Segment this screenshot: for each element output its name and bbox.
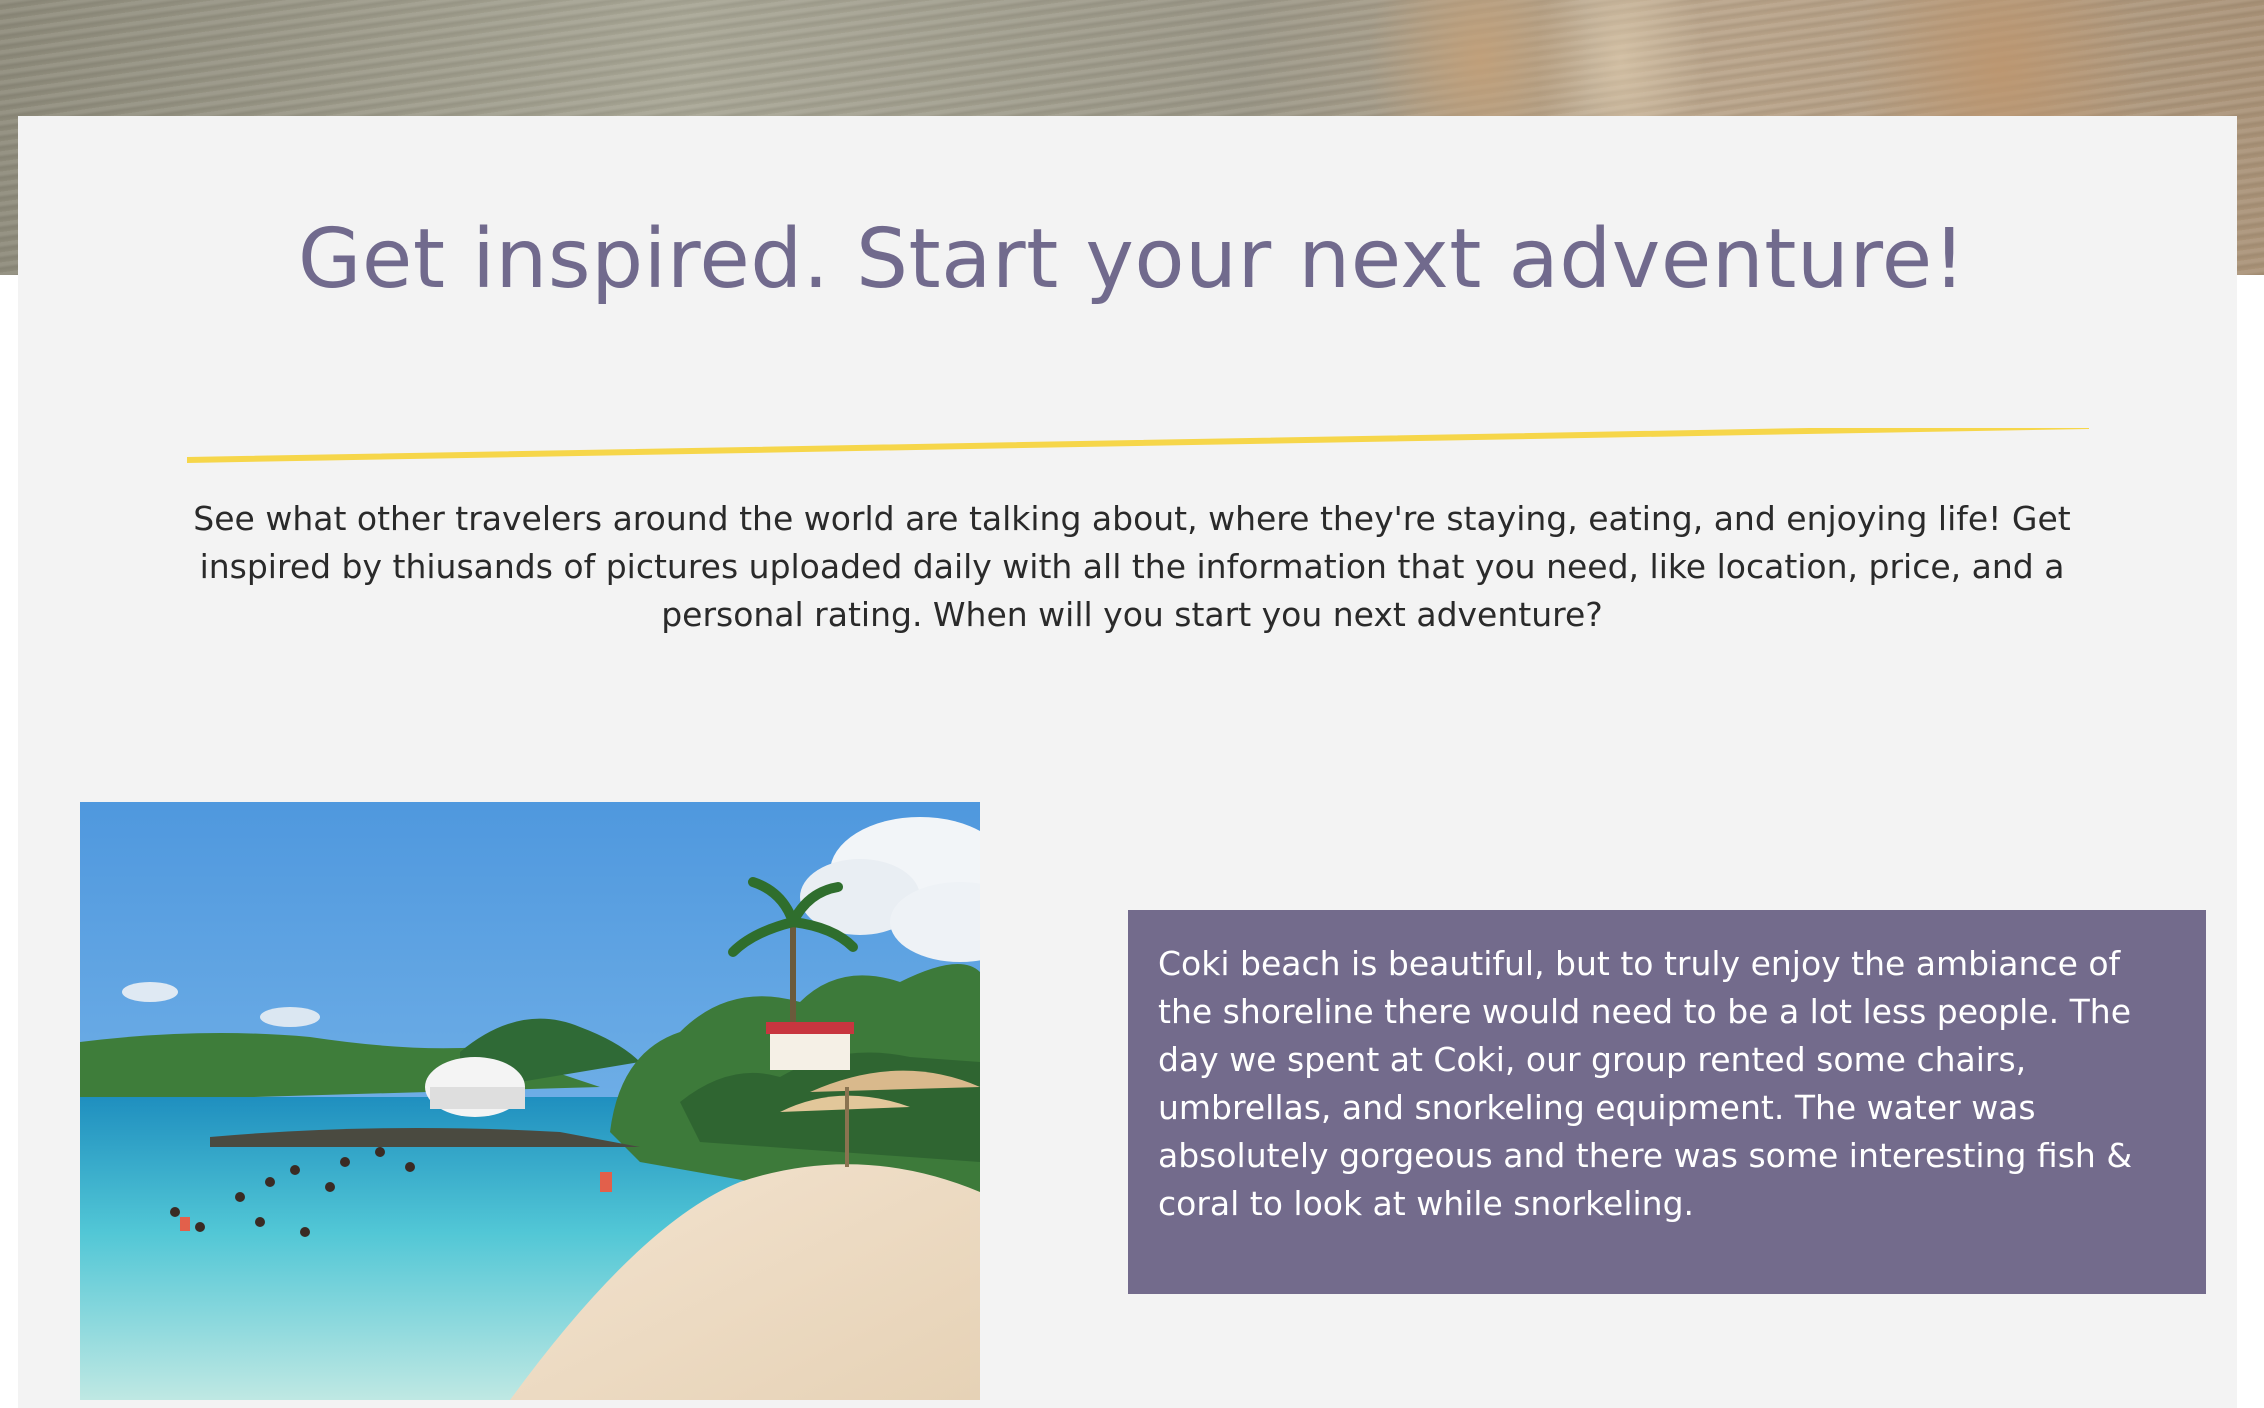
page-title: Get inspired. Start your next adventure!: [297, 212, 1967, 307]
title-underline: [187, 428, 2089, 463]
beach-photo: [80, 802, 980, 1400]
review-card: Coki beach is beautiful, but to truly en…: [1128, 910, 2206, 1294]
intro-paragraph: See what other travelers around the worl…: [193, 499, 2071, 634]
review-text: Coki beach is beautiful, but to truly en…: [1158, 944, 2133, 1223]
